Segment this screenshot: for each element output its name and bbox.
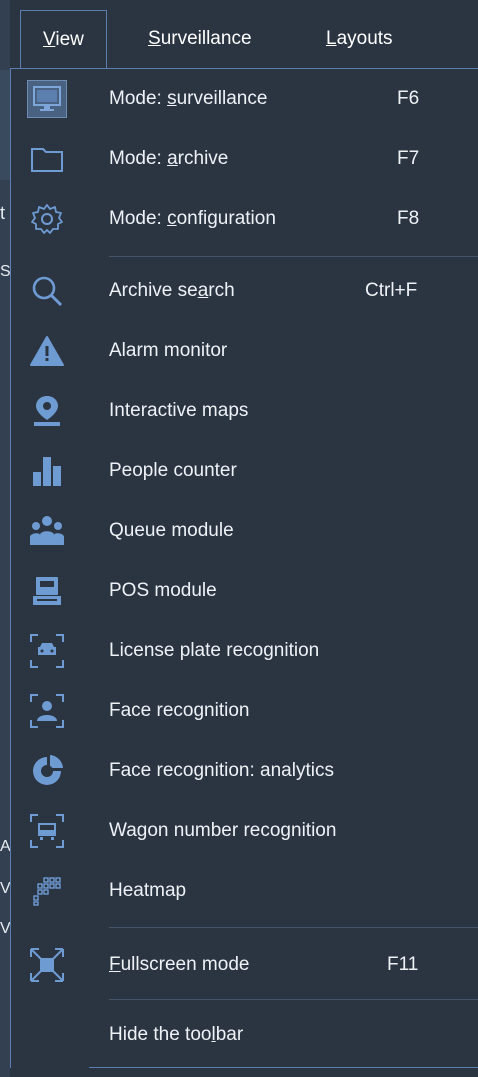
- menu-view[interactable]: View: [20, 10, 107, 69]
- shortcut-f7: F7: [397, 148, 420, 169]
- menu-item-label: License plate recognition: [109, 640, 320, 661]
- menu-item-archive-search[interactable]: Archive search Ctrl+F: [11, 261, 478, 321]
- menu-item-label: Face recognition: [109, 700, 250, 721]
- face-recognition-icon: [27, 692, 67, 730]
- menu-item-heatmap[interactable]: Heatmap: [11, 861, 478, 921]
- shortcut-f8: F8: [397, 208, 420, 229]
- menu-item-pos-module[interactable]: POS module: [11, 561, 478, 621]
- search-icon: [27, 272, 67, 310]
- people-group-icon: [27, 512, 67, 550]
- menu-item-mode-configuration[interactable]: Mode: configuration F8: [11, 189, 478, 249]
- folder-icon: [27, 140, 67, 178]
- menu-item-alarm-monitor[interactable]: Alarm monitor: [11, 321, 478, 381]
- menu-item-face-recognition[interactable]: Face recognition: [11, 681, 478, 741]
- app-window: t S A V V View Surveillance Layouts Mode…: [0, 0, 478, 1077]
- background-text: V: [0, 920, 10, 937]
- wagon-recognition-icon: [27, 812, 67, 850]
- shortcut-f11: F11: [387, 954, 419, 975]
- menu-item-label: People counter: [109, 460, 237, 481]
- menu-layouts-accel: L: [326, 28, 337, 49]
- menu-item-interactive-maps[interactable]: Interactive maps: [11, 381, 478, 441]
- menu-item-label: Hide the toolbar: [109, 1024, 244, 1045]
- bar-chart-icon: [27, 452, 67, 490]
- menu-item-fullscreen-mode[interactable]: Fullscreen mode F11: [11, 935, 478, 995]
- menu-separator: [109, 999, 478, 1000]
- car-recognition-icon: [27, 632, 67, 670]
- menu-item-label: Face recognition: analytics: [109, 760, 334, 781]
- view-dropdown-menu: Mode: surveillance F6 Mode: archive F7 M…: [10, 68, 478, 1069]
- menu-item-hide-toolbar[interactable]: Hide the toolbar: [11, 1005, 478, 1065]
- background-panel: [0, 70, 10, 180]
- menu-item-label: Archive search: [109, 280, 235, 301]
- menu-surveillance-accel: S: [148, 28, 161, 49]
- menu-separator: [109, 927, 478, 928]
- monitor-icon: [27, 80, 67, 118]
- menu-surveillance-label: urveillance: [160, 28, 252, 49]
- menu-item-queue-module[interactable]: Queue module: [11, 501, 478, 561]
- menu-view-accel: V: [43, 29, 56, 50]
- menu-item-label: Mode: configuration: [109, 208, 276, 229]
- heatmap-icon: [27, 872, 67, 910]
- menu-item-label: Interactive maps: [109, 400, 249, 421]
- shortcut-f6: F6: [397, 88, 420, 109]
- pie-chart-icon: [27, 752, 67, 790]
- menu-separator: [109, 256, 478, 257]
- menu-item-label: Queue module: [109, 520, 234, 541]
- menu-surveillance[interactable]: Surveillance: [148, 10, 252, 68]
- fullscreen-icon: [27, 946, 67, 984]
- menu-item-license-plate-recognition[interactable]: License plate recognition: [11, 621, 478, 681]
- menu-item-mode-surveillance[interactable]: Mode: surveillance F6: [11, 69, 478, 129]
- menu-item-face-recognition-analytics[interactable]: Face recognition: analytics: [11, 741, 478, 801]
- shortcut-ctrl-f: Ctrl+F: [365, 280, 418, 301]
- background-text: V: [0, 880, 10, 897]
- menu-layouts[interactable]: Layouts: [326, 10, 393, 68]
- background-text: A: [0, 838, 10, 855]
- map-pin-icon: [27, 392, 67, 430]
- background-text: S: [0, 263, 10, 280]
- gear-icon: [27, 200, 67, 238]
- menu-item-mode-archive[interactable]: Mode: archive F7: [11, 129, 478, 189]
- pos-terminal-icon: [27, 572, 67, 610]
- menu-item-label: Mode: archive: [109, 148, 229, 169]
- menu-item-label: POS module: [109, 580, 217, 601]
- menu-item-people-counter[interactable]: People counter: [11, 441, 478, 501]
- menu-item-wagon-number-recognition[interactable]: Wagon number recognition: [11, 801, 478, 861]
- menu-bar: View Surveillance Layouts: [10, 0, 478, 69]
- alarm-icon: [27, 332, 67, 370]
- menu-layouts-label: ayouts: [336, 28, 393, 49]
- menu-view-label: iew: [55, 29, 84, 50]
- menu-item-label: Fullscreen mode: [109, 954, 250, 975]
- menu-item-label: Mode: surveillance: [109, 88, 268, 109]
- background-text: t: [0, 203, 6, 223]
- menu-item-label: Wagon number recognition: [109, 820, 337, 841]
- menu-item-label: Heatmap: [109, 880, 187, 901]
- menu-item-label: Alarm monitor: [109, 340, 228, 361]
- background-app-sliver: t S A V V: [0, 0, 10, 1077]
